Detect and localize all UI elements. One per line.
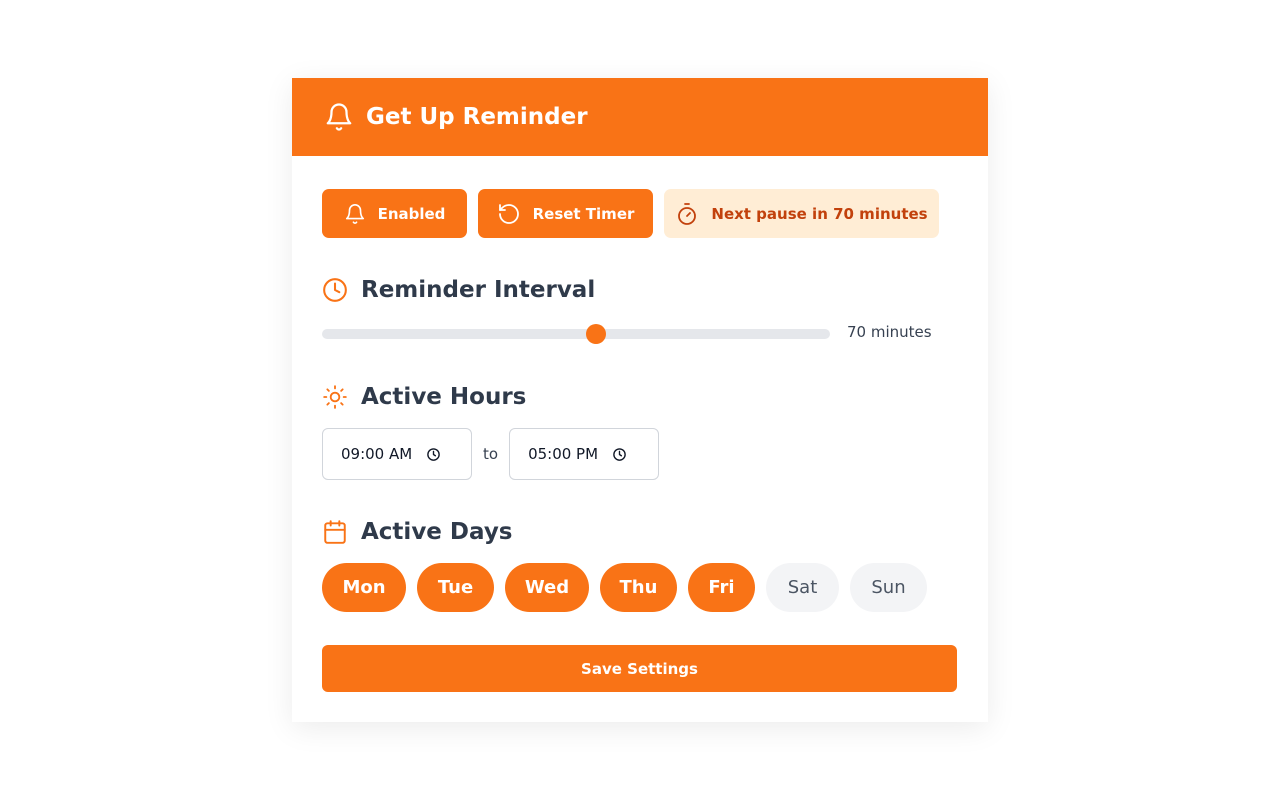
enabled-label: Enabled: [377, 204, 446, 223]
slider-thumb[interactable]: [586, 324, 607, 344]
header-bar: Get Up Reminder: [292, 78, 988, 156]
interval-slider[interactable]: 70 minutes: [322, 321, 942, 347]
save-label: Save Settings: [581, 659, 698, 678]
calendar-icon: [322, 519, 348, 545]
reset-timer-button[interactable]: Reset Timer: [478, 189, 653, 238]
days-section-title: Active Days: [322, 519, 513, 545]
day-label: Mon: [342, 577, 386, 598]
day-label: Tue: [437, 577, 474, 598]
app-title: Get Up Reminder: [366, 104, 588, 130]
clock-icon[interactable]: [612, 447, 627, 462]
active-hours-row: 09:00 AM to 05:00 PM: [322, 428, 660, 480]
status-text: Next pause in 70 minutes: [711, 204, 928, 223]
rotate-ccw-icon: [497, 202, 521, 226]
next-pause-status: Next pause in 70 minutes: [664, 189, 939, 238]
day-toggle-fri[interactable]: Fri: [688, 563, 755, 612]
end-time-input[interactable]: 05:00 PM: [509, 428, 660, 480]
enabled-toggle-button[interactable]: Enabled: [322, 189, 467, 238]
interval-title: Reminder Interval: [361, 277, 596, 303]
hours-section-title: Active Hours: [322, 384, 526, 410]
day-label: Sun: [871, 577, 906, 598]
sun-icon: [322, 384, 348, 410]
day-toggle-wed[interactable]: Wed: [505, 563, 589, 612]
start-time-input[interactable]: 09:00 AM: [322, 428, 472, 480]
timer-icon: [675, 202, 699, 226]
bell-icon: [344, 203, 366, 225]
clock-icon: [322, 277, 348, 303]
control-buttons: Enabled Reset Timer Next pause in 70 min…: [322, 189, 939, 238]
day-label: Wed: [524, 577, 570, 598]
days-title: Active Days: [361, 519, 513, 545]
interval-section-title: Reminder Interval: [322, 277, 595, 303]
end-time-value: 05:00 PM: [528, 445, 599, 463]
clock-icon[interactable]: [426, 447, 441, 462]
day-toggle-mon[interactable]: Mon: [322, 563, 406, 612]
interval-value: 70 minutes: [847, 323, 932, 341]
day-toggle-thu[interactable]: Thu: [600, 563, 677, 612]
start-time-value: 09:00 AM: [341, 445, 413, 463]
active-days-row: Mon Tue Wed Thu Fri Sat Sun: [322, 563, 927, 612]
day-toggle-sun[interactable]: Sun: [850, 563, 927, 612]
day-label: Thu: [619, 577, 658, 598]
day-label: Fri: [708, 577, 735, 598]
day-toggle-sat[interactable]: Sat: [766, 563, 839, 612]
save-settings-button[interactable]: Save Settings: [322, 645, 957, 692]
reset-label: Reset Timer: [532, 204, 635, 223]
day-label: Sat: [787, 577, 818, 598]
day-toggle-tue[interactable]: Tue: [417, 563, 494, 612]
bell-icon: [324, 102, 354, 132]
to-separator: to: [483, 445, 499, 463]
reminder-card: Get Up Reminder Enabled Reset Timer Next…: [292, 78, 988, 722]
slider-track[interactable]: [322, 329, 830, 339]
hours-title: Active Hours: [361, 384, 527, 410]
